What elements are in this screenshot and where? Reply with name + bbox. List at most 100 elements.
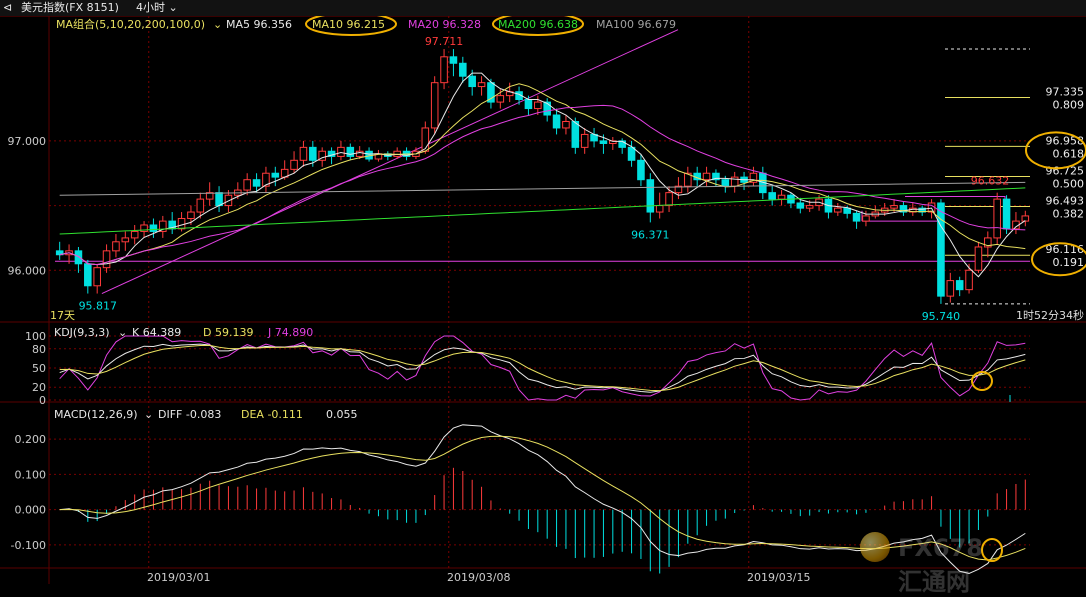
macd-legend-item: DEA -0.111 — [241, 408, 303, 421]
macd-axis-label: 0.100 — [15, 468, 47, 481]
candle-body — [356, 151, 363, 156]
ma20-line — [60, 105, 1026, 264]
candle-body — [300, 147, 307, 160]
kdj-axis-label: 100 — [25, 330, 46, 343]
candle-body — [131, 231, 138, 237]
candle-body — [544, 102, 551, 115]
fib-price-label: 96.958 — [1046, 134, 1085, 147]
candle-body — [994, 199, 1001, 238]
candle-body — [178, 219, 185, 229]
macd-axis-label: 0.200 — [15, 433, 47, 446]
candle-body — [310, 147, 317, 160]
ma-legend-chevron-icon: ⌄ — [213, 18, 222, 31]
candle-body — [563, 121, 570, 127]
candle-body — [450, 57, 457, 63]
candle-body — [581, 134, 588, 147]
fib-ratio-label: 0.191 — [1053, 256, 1085, 269]
candle-body — [666, 193, 673, 206]
macd-axis-label: 0.000 — [15, 504, 47, 517]
candle-body — [244, 180, 251, 190]
candle-body — [347, 147, 354, 156]
kdj-axis-label: 50 — [32, 362, 46, 375]
candle-body — [188, 212, 195, 218]
candle-body — [85, 264, 92, 286]
candle-body — [656, 206, 663, 212]
kdj-legend-item: KDJ(9,3,3) — [54, 326, 110, 339]
watermark-logo-icon — [860, 532, 890, 562]
candle-body — [94, 268, 101, 286]
macd-legend-item: DIFF -0.083 — [158, 408, 221, 421]
candle-body — [75, 251, 82, 264]
candle-body — [197, 199, 204, 212]
kdj-axis-label: 80 — [32, 343, 46, 356]
candle-body — [469, 76, 476, 86]
candle-body — [572, 121, 579, 147]
candle-body — [441, 57, 448, 83]
kdj-legend-item: J 74.890 — [267, 326, 313, 339]
chevron-down-icon: ⌄ — [169, 1, 178, 14]
candle-body — [338, 147, 345, 156]
instrument-title: 美元指数(FX 8151) — [21, 0, 119, 16]
kdj-axis-label: 20 — [32, 381, 46, 394]
kdj-axis-label: 0 — [39, 394, 46, 407]
candlestick-series — [56, 49, 1028, 304]
candle-body — [253, 180, 260, 186]
ma-legend-item: MA5 96.356 — [226, 18, 292, 31]
fib-price-label: 96.725 — [1046, 164, 1085, 177]
candle-body — [638, 160, 645, 179]
candle-body — [122, 238, 129, 242]
fib-top-label: 96.632 — [971, 174, 1010, 187]
kdj-legend-item: D 59.139 — [203, 326, 253, 339]
price-chart[interactable]: 97.000 96.000 10080 50 200 0.200 0.100 0.000 -0.… — [0, 16, 1086, 584]
candle-body — [113, 242, 120, 251]
ma-legend-item: MA10 96.215 — [312, 18, 385, 31]
candle-body — [853, 213, 860, 221]
candle-body — [478, 83, 485, 87]
period-label: 4小时 — [136, 1, 165, 14]
trend-line — [102, 30, 678, 294]
candle-body — [797, 203, 804, 208]
kdj-legend-chevron-icon: ⌄ — [118, 326, 127, 339]
recent-low-price-label: 95.740 — [922, 310, 961, 323]
candle-body — [291, 160, 298, 169]
ma-legend-item: MA200 96.638 — [498, 18, 578, 31]
ma200-line — [60, 188, 1026, 234]
candle-body — [488, 83, 495, 102]
fib-ratio-label: 0.500 — [1053, 177, 1085, 190]
watermark-text: FX678汇通网 — [898, 534, 983, 597]
candle-body — [1022, 216, 1029, 221]
candle-body — [722, 180, 729, 186]
fib-ratio-label: 0.618 — [1053, 147, 1085, 160]
candle-body — [216, 193, 223, 206]
candle-body — [769, 193, 776, 199]
ma-legend-item: MA20 96.328 — [408, 18, 481, 31]
macd-legend-item: 0.055 — [326, 408, 358, 421]
price-axis-label: 96.000 — [8, 264, 47, 277]
candle-body — [844, 208, 851, 213]
mid-low-price-label: 96.371 — [631, 228, 670, 241]
ma-legend-item: MA组合(5,10,20,200,100,0) — [56, 17, 205, 31]
countdown-label: 1时52分34秒 — [1016, 308, 1084, 322]
macd-axis-label: -0.100 — [11, 539, 46, 552]
back-icon[interactable]: ⊲ — [3, 0, 12, 16]
candle-body — [628, 147, 635, 160]
period-selector[interactable]: 4小时 ⌄ — [136, 0, 178, 16]
candle-body — [272, 173, 279, 177]
candle-body — [525, 99, 532, 108]
candle-body — [1003, 199, 1010, 229]
ma100-line — [60, 182, 1026, 195]
macd-legend-chevron-icon: ⌄ — [144, 408, 153, 421]
macd-legend-item: MACD(12,26,9) — [54, 408, 138, 421]
candle-body — [600, 141, 607, 144]
date-axis-label: 2019/03/01 — [147, 571, 210, 584]
fibonacci-retracement — [55, 30, 1030, 304]
candle-body — [778, 195, 785, 199]
high-price-label: 97.711 — [425, 35, 464, 48]
price-axis-label: 97.000 — [8, 135, 47, 148]
candle-body — [891, 206, 898, 209]
candle-body — [431, 83, 438, 128]
candle-body — [806, 206, 813, 209]
date-axis-label: 2019/03/08 — [447, 571, 510, 584]
candle-body — [947, 281, 954, 297]
candle-body — [731, 177, 738, 186]
